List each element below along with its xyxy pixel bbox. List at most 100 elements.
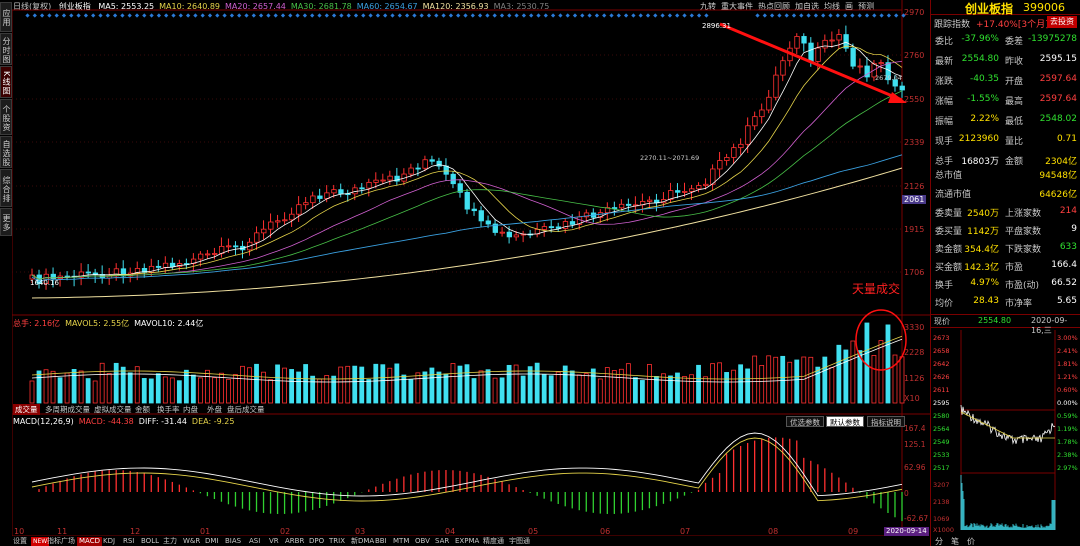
volume-bar xyxy=(759,365,765,404)
quote-value2: 5.65 xyxy=(1056,296,1077,306)
indicator-tab-7[interactable]: 主力 xyxy=(163,537,177,546)
volume-tab-4[interactable]: 换手率 xyxy=(155,404,182,415)
volume-bar xyxy=(717,362,722,404)
macd-button-1[interactable]: 默认参数 xyxy=(826,416,864,427)
ma10-line xyxy=(31,45,903,280)
indicator-tab-9[interactable]: DMI xyxy=(205,537,219,546)
price-tick: 1706 xyxy=(904,268,925,277)
left-tab-2[interactable]: K线图 xyxy=(0,66,12,98)
indicator-tab-0[interactable]: 设置 xyxy=(13,537,27,546)
date-badge: 2020-09-14 xyxy=(884,527,929,536)
event-marker xyxy=(791,13,797,18)
quote-key: 最新 xyxy=(935,57,954,67)
left-tab-6[interactable]: 更多 xyxy=(0,208,12,236)
indicator-tab-14[interactable]: DPO xyxy=(309,537,324,546)
month-tick: 01 xyxy=(200,527,211,536)
macd-tick: 125.1 xyxy=(904,440,926,449)
left-tab-4[interactable]: 自选股 xyxy=(0,136,12,168)
indicator-tab-6[interactable]: BOLL xyxy=(141,537,159,546)
quote-value2: 0.71 xyxy=(1056,134,1077,144)
indicator-tab-11[interactable]: ASI xyxy=(249,537,260,546)
mini-pct-tick: 0.59% xyxy=(1057,412,1078,420)
intraday-tab-0[interactable]: 分 xyxy=(935,536,943,546)
event-marker xyxy=(434,13,439,18)
left-tab-0[interactable]: 应用 xyxy=(0,2,12,32)
volume-bar xyxy=(471,378,477,404)
indicator-tab-8[interactable]: W&R xyxy=(183,537,200,546)
event-marker xyxy=(529,13,534,18)
quote-value2: 2304亿 xyxy=(1045,157,1077,167)
mini-tick: 2138 xyxy=(933,498,950,506)
indicator-tab-5[interactable]: RSI xyxy=(123,537,134,546)
indicator-tab-21[interactable]: EXPMA xyxy=(455,537,479,546)
candle-body xyxy=(857,65,863,68)
volume-tab-0[interactable]: 成交量 xyxy=(13,404,40,415)
event-marker xyxy=(660,13,665,18)
indicator-tab-22[interactable]: 精度通 xyxy=(483,537,504,546)
mini-pct-tick: 1.21% xyxy=(1057,373,1078,381)
volume-bar xyxy=(162,376,168,404)
volume-bar xyxy=(766,355,772,404)
indicator-tab-20[interactable]: SAR xyxy=(435,537,449,546)
track-label: 跟踪指数 xyxy=(934,20,971,30)
volume-bar xyxy=(99,362,105,404)
track-value: +17.40%[3个月] xyxy=(976,20,1049,30)
volume-bar xyxy=(738,364,744,404)
cap-row: 总市值 94548亿 xyxy=(935,168,1077,185)
quote-key: 现手 xyxy=(935,137,954,147)
indicator-tab-2[interactable]: 指标广场 xyxy=(47,537,75,546)
quote-value2: 66.52 xyxy=(1051,278,1077,288)
event-marker xyxy=(485,13,490,18)
macd-button-2[interactable]: 指标说明 xyxy=(867,416,905,427)
volume-tab-2[interactable]: 虚拟成交量 xyxy=(92,404,134,415)
volume-tab-7[interactable]: 盘后成交量 xyxy=(225,404,267,415)
price-tick: 1915 xyxy=(904,225,925,234)
indicator-tab-17[interactable]: BBI xyxy=(375,537,387,546)
volume-tab-1[interactable]: 多周期成交量 xyxy=(43,404,92,415)
indicator-tab-13[interactable]: ARBR xyxy=(285,537,304,546)
indicator-tab-19[interactable]: OBV xyxy=(415,537,430,546)
left-tab-5[interactable]: 综合排名 xyxy=(0,169,12,207)
quote-key2: 市盈(动) xyxy=(1005,281,1040,291)
macd-button-0[interactable]: 优选参数 xyxy=(786,416,824,427)
volume-tab-5[interactable]: 内盘 xyxy=(181,404,200,415)
indicator-tab-16[interactable]: 新DMA xyxy=(351,537,374,546)
indicator-tab-15[interactable]: TRIX xyxy=(329,537,345,546)
mini-tick: 2595 xyxy=(933,399,950,407)
event-marker xyxy=(842,13,848,18)
volume-bar xyxy=(787,361,793,404)
left-tab-1[interactable]: 分时图 xyxy=(0,33,12,65)
volume-bar xyxy=(450,363,456,404)
event-marker xyxy=(383,13,388,18)
invest-button[interactable]: 去投资 xyxy=(1047,16,1077,28)
indicator-tab-3[interactable]: MACD xyxy=(77,537,102,546)
volume-tab-6[interactable]: 外盘 xyxy=(205,404,224,415)
volume-bar xyxy=(64,372,70,404)
quote-value2: 633 xyxy=(1059,242,1077,252)
volume-bar xyxy=(345,365,351,404)
kline-chart-area[interactable] xyxy=(12,0,930,536)
event-marker xyxy=(47,13,52,18)
indicator-tab-18[interactable]: MTM xyxy=(393,537,409,546)
candle-body xyxy=(899,85,905,91)
left-tab-3[interactable]: 个股资料 xyxy=(0,99,12,135)
volume-bar xyxy=(148,378,154,404)
event-marker xyxy=(653,13,658,18)
event-marker xyxy=(25,13,30,18)
mini-pct-tick: 2.38% xyxy=(1057,451,1078,459)
event-marker xyxy=(193,13,198,18)
candle-body xyxy=(794,36,800,49)
volume-tab-3[interactable]: 金额 xyxy=(133,404,152,415)
event-marker xyxy=(251,13,256,18)
ma120-line xyxy=(31,167,903,299)
indicator-tab-23[interactable]: 宇图通 xyxy=(509,537,530,546)
event-marker xyxy=(507,13,512,18)
event-marker xyxy=(426,13,432,18)
indicator-tab-12[interactable]: VR xyxy=(269,537,279,546)
indicator-tab-10[interactable]: BIAS xyxy=(225,537,241,546)
indicator-tab-4[interactable]: KDJ xyxy=(103,537,115,546)
volume-bar xyxy=(50,370,56,404)
event-marker xyxy=(142,13,147,18)
intraday-tab-2[interactable]: 价 xyxy=(967,536,975,546)
intraday-tab-1[interactable]: 笔 xyxy=(951,536,959,546)
